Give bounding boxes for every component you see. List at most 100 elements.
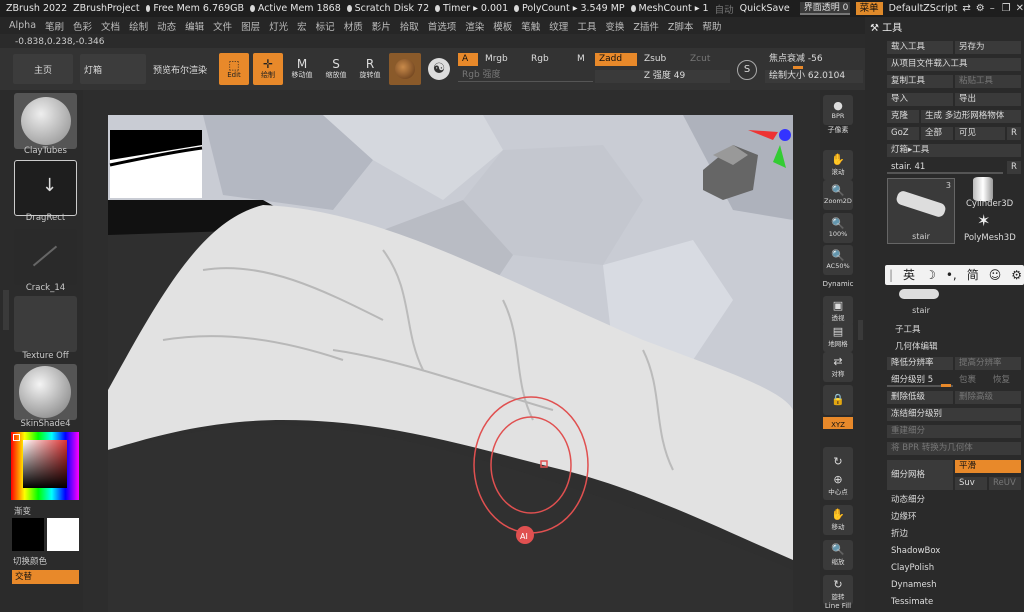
menu-item[interactable]: 宏 [297, 19, 307, 33]
dynamesh-section[interactable]: Dynamesh [887, 579, 1021, 592]
suv-toggle[interactable]: Suv [955, 477, 987, 490]
ime-punctuation-toggle[interactable]: •, [946, 265, 957, 285]
menu-item[interactable]: 变换 [605, 19, 624, 33]
mrgb-button[interactable]: Mrgb [481, 53, 526, 66]
close-icon[interactable]: ✕ [1016, 3, 1024, 14]
copy-tool-button[interactable]: 复制工具 [887, 75, 953, 88]
ime-moon-icon[interactable]: ☽ [925, 265, 936, 285]
menu-item[interactable]: 文件 [213, 19, 232, 33]
ime-handle[interactable]: | [889, 265, 893, 285]
minimize-icon[interactable]: – [990, 3, 997, 14]
script-name[interactable]: DefaultZScript [889, 3, 958, 14]
alpha-thumbnail[interactable] [14, 229, 77, 285]
tray-handle[interactable] [3, 290, 9, 330]
lightbox-tool-button[interactable]: 灯箱▸工具 [887, 144, 1021, 157]
divide-button[interactable]: 细分网格 [887, 460, 953, 490]
tool-thumb-stair[interactable]: 3 stair [887, 178, 955, 244]
subtool-section[interactable]: 子工具 [891, 324, 1021, 337]
menu-item[interactable]: 模板 [493, 19, 512, 33]
geometry-section[interactable]: 几何体编辑 [891, 341, 1021, 354]
clone-button[interactable]: 克隆 [887, 110, 919, 123]
export-button[interactable]: 导出 [955, 93, 1021, 106]
dock-button-11[interactable]: XYZ [823, 417, 853, 429]
ime-emoji-icon[interactable]: ☺ [989, 265, 1002, 285]
tool-r-button[interactable]: R [1007, 161, 1021, 174]
draw-button[interactable]: ✛ 绘制 [253, 53, 283, 85]
menu-item[interactable]: 拾取 [400, 19, 419, 33]
delete-higher-button[interactable]: 删除高级 [955, 391, 1021, 404]
tool-thumb-stair-2[interactable]: stair [887, 285, 955, 315]
goz-r-button[interactable]: R [1007, 127, 1021, 140]
dock-button-8[interactable]: ▤ 地网格 [823, 322, 853, 352]
settings-icon[interactable]: ⚙ [976, 3, 985, 14]
menu-item[interactable]: 图层 [241, 19, 260, 33]
draw-size-slider[interactable]: 绘制大小 62.0104 [765, 70, 863, 83]
import-button[interactable]: 导入 [887, 93, 953, 106]
spotlight-icon[interactable]: S [737, 60, 757, 80]
edgeloop-section[interactable]: 边缘环 [887, 511, 1021, 524]
tool-thumb-polymesh3d[interactable]: PolyMesh3D [960, 232, 1022, 245]
freeze-subdiv-button[interactable]: 冻结细分级别 [887, 408, 1021, 421]
dock-button-15[interactable]: 🔍 缩放 [823, 540, 853, 570]
restore-button[interactable]: 恢复 [989, 374, 1021, 387]
dock-handle[interactable] [858, 320, 863, 340]
canvas-viewport[interactable]: AI [83, 90, 820, 612]
claypolish-section[interactable]: ClayPolish [887, 562, 1021, 575]
zsub-button[interactable]: Zsub [640, 53, 682, 66]
current-tool-slider[interactable]: stair. 41 [887, 161, 1003, 174]
save-as-button[interactable]: 另存为 [955, 41, 1021, 54]
tool-thumb-cylinder3d[interactable]: Cylinder3D [962, 198, 1024, 211]
brush-thumbnail[interactable] [14, 93, 77, 149]
restore-icon[interactable]: ❐ [1002, 3, 1011, 14]
menu-item[interactable]: Z插件 [633, 19, 659, 33]
project-name[interactable]: ZBrushProject [73, 3, 139, 14]
dock-button-0[interactable]: ● BPR [823, 95, 853, 125]
material-thumbnail[interactable] [14, 364, 77, 420]
menu-item[interactable]: 笔触 [521, 19, 540, 33]
dock-button-1[interactable]: 子像素 [822, 124, 854, 136]
secondary-color-swatch[interactable] [47, 518, 79, 551]
dock-button-13[interactable]: ⊕ 中心点 [823, 470, 853, 500]
gradient-label[interactable]: 渐变 [14, 505, 77, 517]
dock-button-17[interactable]: Line Fill [822, 600, 854, 612]
dock-button-9[interactable]: ⇄ 对称 [823, 352, 853, 382]
quicksave-button[interactable]: QuickSave [740, 3, 790, 14]
dynamic-subdiv-section[interactable]: 动态细分 [887, 494, 1021, 507]
dock-button-2[interactable]: ✋ 滚动 [823, 150, 853, 180]
material-swatch[interactable] [389, 53, 421, 85]
lightbox-button[interactable]: 灯箱 [80, 54, 146, 84]
shadowbox-section[interactable]: ShadowBox [887, 545, 1021, 558]
menu-item[interactable]: 编辑 [185, 19, 204, 33]
menu-button[interactable]: 菜单 [855, 2, 883, 15]
color-cursor[interactable] [13, 434, 20, 441]
rgb-intensity-slider[interactable]: Rgb 强度 [458, 69, 593, 82]
dock-button-6[interactable]: Dynamic [822, 278, 854, 290]
load-from-project-button[interactable]: 从项目文件载入工具 [887, 58, 1021, 71]
alternate-button[interactable]: 交替 [12, 570, 79, 584]
lower-res-button[interactable]: 降低分辨率 [887, 357, 953, 370]
menu-item[interactable]: 标记 [316, 19, 335, 33]
home-button[interactable]: 主页 [13, 54, 73, 84]
menu-item[interactable]: 帮助 [702, 19, 721, 33]
color-picker[interactable] [11, 432, 79, 500]
ime-simplified-toggle[interactable]: 简 [967, 265, 979, 285]
rgb-button[interactable]: Rgb [527, 53, 572, 66]
transparency-slider[interactable]: 界面透明 0 [799, 2, 850, 15]
menu-item[interactable]: 色彩 [73, 19, 92, 33]
scale-button[interactable]: S 缩放值 [321, 53, 351, 85]
reuv-toggle[interactable]: ReUV [989, 477, 1021, 490]
crease-section[interactable]: 折边 [887, 528, 1021, 541]
dock-button-10[interactable]: 🔒 [823, 385, 853, 415]
color-square[interactable] [23, 440, 67, 488]
menu-item[interactable]: 工具 [577, 19, 596, 33]
menu-item[interactable]: 动态 [157, 19, 176, 33]
sculpt-canvas[interactable]: AI [83, 90, 820, 612]
swap-icon[interactable]: ⇄ [962, 3, 970, 14]
a-toggle[interactable]: A [458, 53, 478, 66]
preview-boolean-button[interactable]: 预览布尔渲染 [150, 54, 210, 84]
menu-item[interactable]: 材质 [344, 19, 363, 33]
goz-all-button[interactable]: 全部 [921, 127, 953, 140]
move-button[interactable]: M 移动值 [287, 53, 317, 85]
edit-button[interactable]: ⬚ Edit [219, 53, 249, 85]
subdiv-slider-knob[interactable] [941, 384, 951, 387]
